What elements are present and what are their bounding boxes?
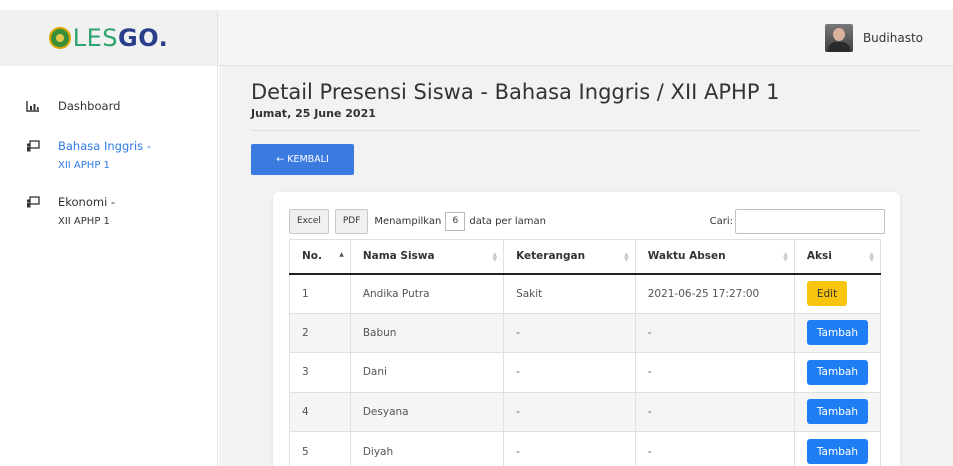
cell-waktu: - [634, 352, 795, 392]
sidebar-item-label: Dashboard [58, 99, 121, 113]
chalkboard-icon [26, 196, 40, 208]
sidebar-item-ekonomi[interactable]: Ekonomi - XII APHP 1 [26, 195, 115, 229]
cell-keterangan: Sakit [503, 273, 636, 313]
sidebar-item-text: Ekonomi - XII APHP 1 [58, 195, 115, 229]
brand-prefix: LES [72, 24, 119, 52]
header-label: Waktu Absen [647, 250, 726, 263]
search-wrap: Cari: [709, 208, 885, 234]
sort-icon: ▲▼ [783, 251, 788, 263]
table-header-row: No. ▲▼ Nama Siswa ▲▼ Keterangan ▲▼ Waktu Ab… [289, 239, 882, 275]
cell-nama: Diyah [349, 431, 504, 466]
search-input[interactable] [735, 208, 885, 234]
brand-logo[interactable]: LESGO. [48, 24, 168, 52]
chart-icon [26, 101, 39, 112]
topbar: LESGO. Budihasto [0, 10, 953, 66]
add-button[interactable]: Tambah [806, 399, 868, 425]
page-length-select[interactable]: 6 [445, 211, 466, 231]
main-content: Detail Presensi Siswa - Bahasa Inggris /… [219, 66, 953, 466]
cell-nama: Babun [349, 312, 504, 353]
header-label: No. [302, 250, 322, 263]
cell-aksi: Tambah [793, 391, 882, 432]
export-excel-button[interactable]: Excel [289, 208, 329, 234]
sort-icon: ▲▼ [624, 251, 629, 263]
column-header-waktu[interactable]: Waktu Absen ▲ ▼ [634, 239, 795, 275]
cell-no: 2 [289, 312, 351, 353]
cell-no: 3 [289, 352, 351, 392]
chalkboard-icon [26, 140, 40, 152]
cell-no: 4 [289, 391, 351, 432]
cell-waktu: 2021-06-25 17:27:00 [634, 273, 795, 313]
attendance-table: No. ▲▼ Nama Siswa ▲▼ Keterangan ▲▼ Waktu Ab… [289, 239, 882, 466]
column-header-no[interactable]: No. ▲▼ [289, 239, 351, 275]
sidebar-item-sublabel: XII APHP 1 [58, 160, 110, 171]
table-row: 4 Desyana - - Tambah [289, 391, 882, 432]
add-button[interactable]: Tambah [806, 320, 868, 346]
column-header-aksi[interactable]: Aksi ▲ ▼ [793, 239, 882, 275]
header-label: Nama Siswa [362, 250, 435, 263]
logo-icon [48, 27, 71, 49]
column-header-keterangan[interactable]: Keterangan ▲ ▼ [503, 239, 636, 275]
sidebar-item-label: Bahasa Inggris - [58, 139, 151, 153]
cell-keterangan: - [503, 312, 636, 353]
brand-text: LESGO. [73, 24, 168, 52]
cell-no: 1 [289, 273, 351, 313]
cell-no: 5 [289, 431, 351, 466]
cell-keterangan: - [503, 352, 636, 392]
page-title: Detail Presensi Siswa - Bahasa Inggris /… [251, 80, 780, 104]
cell-waktu: - [634, 391, 795, 432]
user-name[interactable]: Budihasto [863, 31, 923, 45]
divider [251, 130, 921, 131]
table-row: 3 Dani - - Tambah [289, 352, 882, 392]
sidebar-item-bahasa-inggris[interactable]: Bahasa Inggris - XII APHP 1 [26, 139, 151, 173]
export-pdf-button[interactable]: PDF [334, 208, 369, 234]
length-prefix: Menampilkan [374, 215, 442, 227]
user-menu[interactable]: Budihasto [218, 10, 953, 66]
cell-aksi: Tambah [793, 352, 882, 392]
attendance-card: Excel PDF Menampilkan 6 data per laman C… [273, 192, 900, 466]
sort-icon: ▲▼ [339, 251, 344, 258]
cell-aksi: Edit [793, 273, 882, 313]
table-toolbar: Excel PDF Menampilkan 6 data per laman C… [289, 208, 885, 234]
sidebar-item-label: Ekonomi - [58, 195, 116, 209]
back-button[interactable]: ← KEMBALI [251, 144, 354, 175]
cell-nama: Dani [349, 352, 504, 392]
cell-keterangan: - [503, 431, 636, 466]
cell-keterangan: - [503, 391, 636, 432]
cell-aksi: Tambah [793, 431, 882, 466]
cell-nama: Desyana [349, 391, 504, 432]
brand[interactable]: LESGO. [0, 10, 218, 66]
sort-icon: ▲▼ [869, 251, 874, 263]
length-suffix: data per laman [469, 215, 546, 227]
add-button[interactable]: Tambah [806, 439, 868, 464]
header-label: Aksi [806, 250, 832, 263]
edit-button[interactable]: Edit [806, 281, 848, 306]
cell-aksi: Tambah [793, 312, 882, 353]
cell-nama: Andika Putra [349, 273, 504, 313]
brand-suffix: GO. [118, 24, 169, 52]
header-label: Keterangan [516, 250, 586, 263]
table-row: 1 Andika Putra Sakit 2021-06-25 17:27:00… [289, 273, 882, 313]
add-button[interactable]: Tambah [806, 359, 868, 385]
avatar[interactable] [824, 23, 853, 52]
sidebar-item-dashboard[interactable]: Dashboard [26, 99, 120, 114]
sidebar: Dashboard Bahasa Inggris - XII APHP 1 Ek… [0, 66, 218, 466]
sidebar-item-text: Bahasa Inggris - XII APHP 1 [58, 139, 151, 173]
cell-waktu: - [634, 431, 795, 466]
column-header-nama[interactable]: Nama Siswa ▲ ▼ [349, 239, 504, 275]
cell-waktu: - [634, 312, 795, 353]
search-label: Cari: [709, 215, 733, 227]
sidebar-item-sublabel: XII APHP 1 [58, 216, 110, 227]
table-row: 5 Diyah - - Tambah [289, 431, 882, 466]
page-date: Jumat, 25 June 2021 [251, 107, 376, 120]
table-row: 2 Babun - - Tambah [289, 312, 882, 353]
sort-icon: ▲▼ [492, 251, 498, 263]
